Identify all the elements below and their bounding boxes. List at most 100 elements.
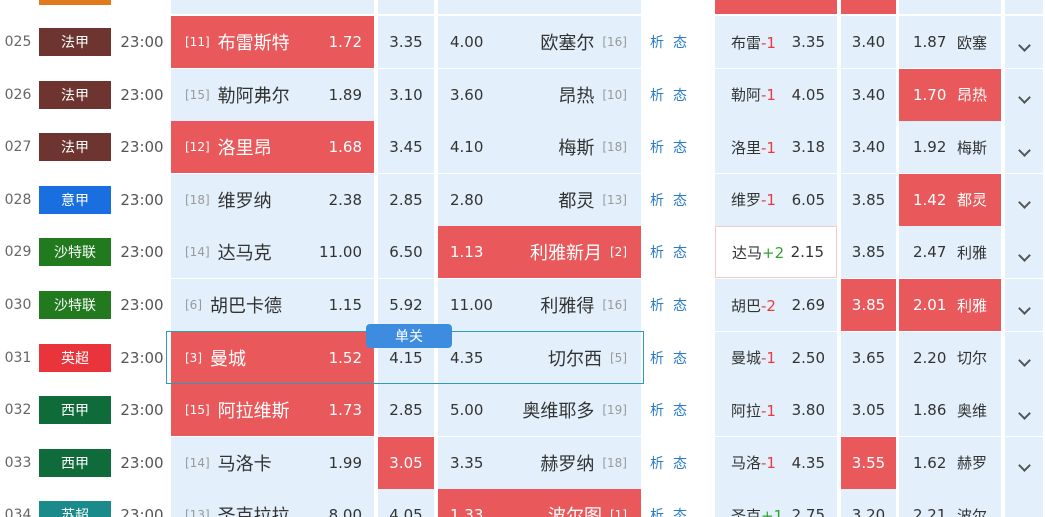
away-win-odds-cell[interactable]: 3.60 昂热 [10] (438, 68, 641, 121)
home-odds: 11.00 (319, 243, 362, 262)
home-win-odds-cell[interactable]: [18] 维罗纳 2.38 (171, 173, 374, 226)
draw-odds-cell[interactable]: 3.45 (378, 121, 434, 174)
league-badge[interactable]: 苏超 (39, 501, 111, 517)
handicap-home-cell[interactable]: 圣克+1 2.75 (715, 489, 837, 517)
handicap-away-cell[interactable]: 1.62 赫罗 (899, 436, 1001, 489)
home-win-odds-cell[interactable]: [12] 洛里昂 1.68 (171, 121, 374, 174)
draw-odds-cell[interactable]: 3.10 (378, 68, 434, 121)
league-badge[interactable]: 西甲 (39, 448, 111, 477)
handicap-away-cell[interactable]: 1.70 昂热 (899, 68, 1001, 121)
analysis-link[interactable]: 析 (648, 489, 666, 517)
away-team: 切尔西 (548, 348, 602, 370)
handicap-home-cell[interactable]: 马洛-1 4.35 (715, 436, 837, 489)
status-link[interactable]: 态 (671, 69, 689, 121)
status-link[interactable]: 态 (671, 384, 689, 436)
home-win-odds-cell[interactable]: [3] 曼城 1.52 (171, 331, 374, 384)
handicap-draw-cell[interactable]: 3.40 (841, 16, 896, 68)
expand-button[interactable] (1005, 121, 1043, 174)
expand-button[interactable] (1005, 226, 1043, 279)
handicap-away-cell[interactable]: 1.42 都灵 (899, 173, 1001, 226)
handicap-away-cell[interactable]: 2.47 利雅 (899, 226, 1001, 279)
away-win-odds-cell[interactable]: 4.00 欧塞尔 [16] (438, 16, 641, 68)
handicap-draw-cell[interactable]: 3.85 (841, 173, 896, 226)
home-win-odds-cell[interactable]: [6] 胡巴卡德 1.15 (171, 279, 374, 331)
handicap-home-cell[interactable]: 勒阿-1 4.05 (715, 68, 837, 121)
league-badge[interactable]: 意甲 (39, 185, 111, 214)
home-win-odds-cell[interactable]: [13] 圣克拉拉 8.00 (171, 489, 374, 517)
handicap-home-cell[interactable]: 达马+2 2.15 (715, 226, 837, 279)
analysis-link[interactable]: 析 (648, 226, 666, 278)
league-badge[interactable]: 沙特联 (39, 238, 111, 267)
analysis-link[interactable]: 析 (648, 332, 666, 384)
draw-odds-cell[interactable]: 3.35 (378, 16, 434, 68)
handicap-home-cell[interactable]: 曼城-1 2.50 (715, 331, 837, 384)
league-badge[interactable]: 西甲 (39, 396, 111, 425)
analysis-link[interactable]: 析 (648, 69, 666, 121)
analysis-link[interactable]: 析 (648, 437, 666, 489)
expand-button[interactable] (1005, 279, 1043, 331)
handicap-away-cell[interactable]: 2.01 利雅 (899, 279, 1001, 331)
status-link[interactable]: 态 (671, 226, 689, 278)
handicap-home-cell[interactable]: 洛里-1 3.18 (715, 121, 837, 174)
status-link[interactable]: 态 (671, 332, 689, 384)
handicap-home-cell[interactable]: 阿拉-1 3.80 (715, 384, 837, 437)
league-badge[interactable]: 沙特联 (39, 291, 111, 319)
expand-button[interactable] (1005, 16, 1043, 68)
analysis-link[interactable]: 析 (648, 279, 666, 331)
analysis-link[interactable]: 析 (648, 384, 666, 436)
expand-button[interactable] (1005, 384, 1043, 437)
away-win-odds-cell[interactable]: 4.35 切尔西 [5] (438, 331, 641, 384)
handicap-away-cell[interactable]: 2.20 切尔 (899, 331, 1001, 384)
away-win-odds-cell[interactable]: 5.00 奥维耶多 [19] (438, 384, 641, 437)
away-win-odds-cell[interactable]: 2.80 都灵 [13] (438, 173, 641, 226)
status-link[interactable]: 态 (671, 121, 689, 173)
handicap-draw-cell[interactable]: 3.40 (841, 68, 896, 121)
home-win-odds-cell[interactable]: [14] 达马克 11.00 (171, 226, 374, 279)
draw-odds-cell[interactable]: 3.05 (378, 436, 434, 489)
home-win-odds-cell[interactable]: [15] 勒阿弗尔 1.89 (171, 68, 374, 121)
draw-odds-cell[interactable]: 6.50 (378, 226, 434, 279)
handicap-away-cell[interactable]: 1.92 梅斯 (899, 121, 1001, 174)
league-badge[interactable]: 法甲 (39, 28, 111, 56)
away-win-odds-cell[interactable]: 11.00 利雅得 [16] (438, 279, 641, 331)
away-win-odds-cell[interactable]: 3.35 赫罗纳 [18] (438, 436, 641, 489)
away-win-odds-cell[interactable]: 1.13 利雅新月 [2] (438, 226, 641, 279)
handicap-away-cell[interactable]: 1.87 欧塞 (899, 16, 1001, 68)
expand-button[interactable] (1005, 68, 1043, 121)
league-badge[interactable]: 法甲 (39, 80, 111, 109)
home-win-odds-cell[interactable]: [14] 马洛卡 1.99 (171, 436, 374, 489)
draw-odds-cell[interactable]: 2.85 (378, 384, 434, 437)
handicap-draw-cell[interactable]: 3.85 (841, 226, 896, 279)
league-badge[interactable]: 英超 (39, 343, 111, 372)
home-win-odds-cell[interactable]: [15] 阿拉维斯 1.73 (171, 384, 374, 437)
handicap-home-cell[interactable]: 布雷-1 3.35 (715, 16, 837, 68)
handicap-draw-cell[interactable]: 3.85 (841, 279, 896, 331)
draw-odds-cell[interactable]: 2.85 (378, 173, 434, 226)
status-link[interactable]: 态 (671, 279, 689, 331)
league-badge[interactable]: 法甲 (39, 133, 111, 162)
home-win-odds-cell[interactable]: [11] 布雷斯特 1.72 (171, 16, 374, 68)
handicap-away-cell[interactable]: 2.21 波尔 (899, 489, 1001, 517)
handicap-away-cell[interactable]: 1.86 奥维 (899, 384, 1001, 437)
handicap-home-cell[interactable]: 维罗-1 6.05 (715, 173, 837, 226)
expand-button[interactable] (1005, 436, 1043, 489)
handicap-draw-cell[interactable]: 3.05 (841, 384, 896, 437)
away-win-odds-cell[interactable]: 4.10 梅斯 [18] (438, 121, 641, 174)
status-link[interactable]: 态 (671, 174, 689, 226)
analysis-link[interactable]: 析 (648, 174, 666, 226)
handicap-draw-cell[interactable]: 3.55 (841, 436, 896, 489)
expand-button[interactable] (1005, 489, 1043, 517)
handicap-draw-cell[interactable]: 3.65 (841, 331, 896, 384)
handicap-draw-cell[interactable]: 3.20 (841, 489, 896, 517)
status-link[interactable]: 态 (671, 16, 689, 68)
handicap-home-cell[interactable]: 胡巴-2 2.69 (715, 279, 837, 331)
handicap-draw-cell[interactable]: 3.40 (841, 121, 896, 174)
analysis-link[interactable]: 析 (648, 121, 666, 173)
expand-button[interactable] (1005, 173, 1043, 226)
away-win-odds-cell[interactable]: 1.33 波尔图 [1] (438, 489, 641, 517)
expand-button[interactable] (1005, 331, 1043, 384)
draw-odds-cell[interactable]: 4.05 (378, 489, 434, 517)
status-link[interactable]: 态 (671, 437, 689, 489)
status-link[interactable]: 态 (671, 489, 689, 517)
analysis-link[interactable]: 析 (648, 16, 666, 68)
